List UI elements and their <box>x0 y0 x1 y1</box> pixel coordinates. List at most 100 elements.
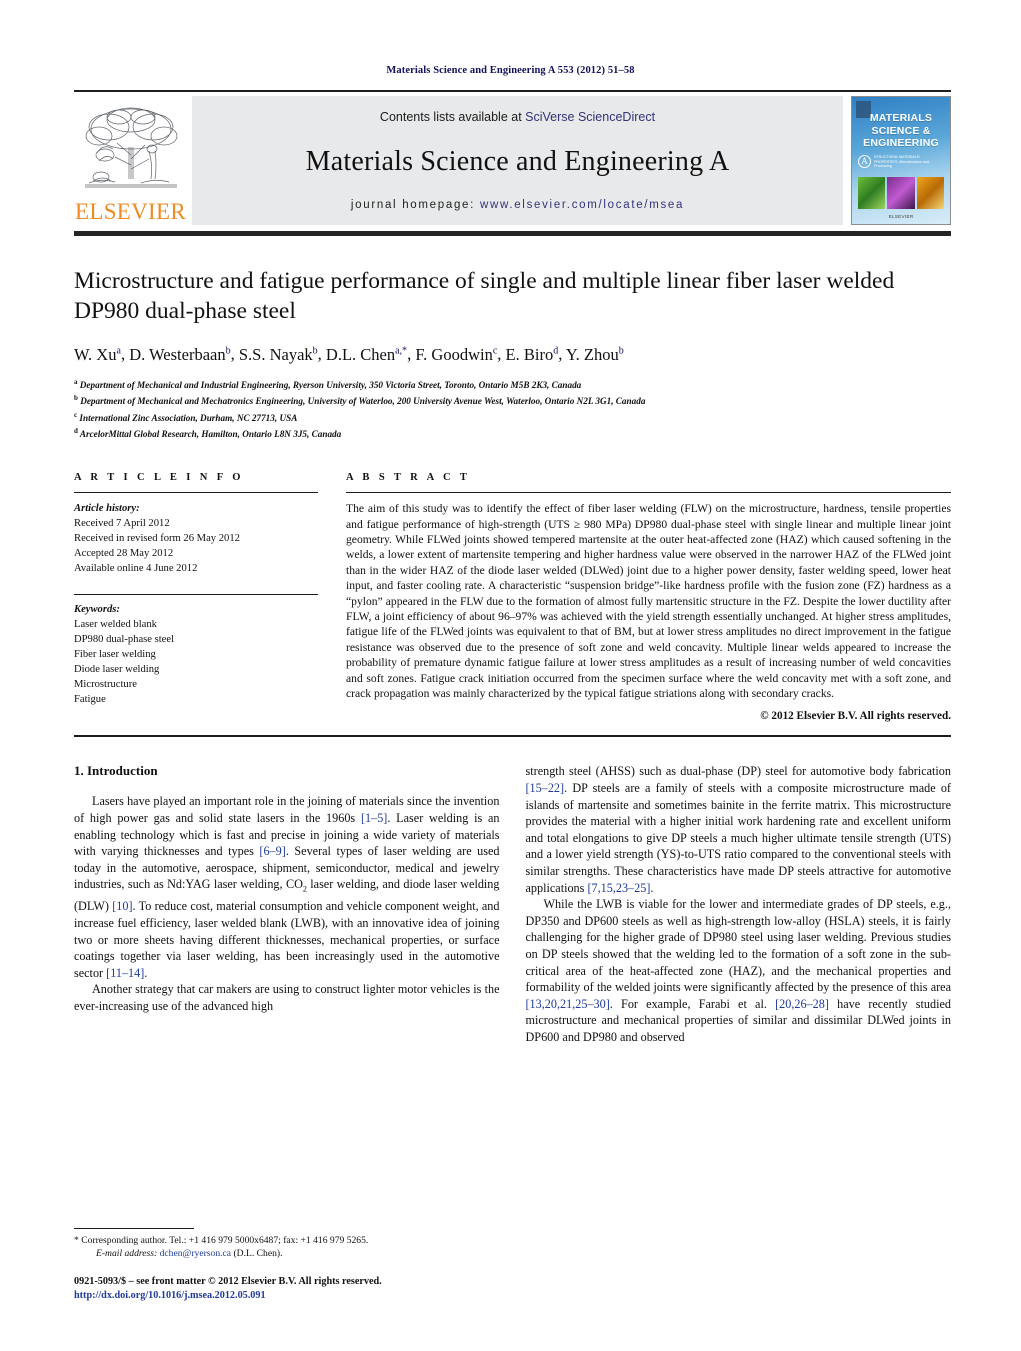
article-history-item: Received 7 April 2012 <box>74 518 170 530</box>
author-affil-mark: a,* <box>395 345 408 356</box>
cover-series-badge: A STRUCTURAL MATERIALS: PROPERTIES, Micr… <box>858 155 942 169</box>
citation-ref[interactable]: [7,15,23–25] <box>587 881 650 895</box>
intro-paragraph-4: While the LWB is viable for the lower an… <box>526 896 952 1045</box>
cover-footer-text: ELSEVIER <box>888 214 914 219</box>
citation-ref[interactable]: [1–5] <box>361 811 387 825</box>
corresponding-author-note: * Corresponding author. Tel.: +1 416 979… <box>74 1234 504 1260</box>
affiliation-mark: a <box>74 377 78 386</box>
cover-title-line3: ENGINEERING <box>863 137 939 149</box>
affiliation-mark: b <box>74 394 78 403</box>
author-item: D.L. Chena,* <box>326 345 407 364</box>
affiliation-mark: c <box>74 410 78 419</box>
cover-badge-letter: A <box>858 155 871 169</box>
elsevier-logo: ELSEVIER <box>74 96 187 225</box>
intro-paragraph-1: Lasers have played an important role in … <box>74 793 500 981</box>
author-name: S.S. Nayak <box>238 344 313 364</box>
journal-band: Contents lists available at SciVerse Sci… <box>192 96 843 225</box>
running-head: Materials Science and Engineering A 553 … <box>386 65 635 76</box>
email-link[interactable]: dchen@ryerson.ca <box>160 1248 231 1259</box>
intro-text: . <box>144 965 148 980</box>
keywords-label: Keywords: <box>74 604 120 616</box>
cover-title-line1: MATERIALS <box>869 112 933 124</box>
author-item: W. Xua <box>74 345 121 364</box>
author-name: W. Xu <box>74 344 117 364</box>
footnote-rule <box>74 1228 194 1229</box>
cover-micrograph-purple <box>887 177 915 209</box>
affiliation-item: d ArcelorMittal Global Research, Hamilto… <box>74 425 947 442</box>
cover-micrograph-strip <box>858 177 944 209</box>
section-title-introduction: 1. Introduction <box>74 763 158 779</box>
article-history-item: Received in revised form 26 May 2012 <box>74 533 240 545</box>
keyword-item: Laser welded blank <box>74 619 157 631</box>
cover-title: MATERIALS SCIENCE & ENGINEERING <box>852 112 950 150</box>
elsevier-wordmark: ELSEVIER <box>75 199 186 224</box>
keyword-item: Diode laser welding <box>74 664 160 676</box>
copyright-line: © 2012 Elsevier B.V. All rights reserved… <box>760 710 951 723</box>
affiliation-item: a Department of Mechanical and Industria… <box>74 376 947 393</box>
author-affil-mark: d <box>553 345 559 356</box>
abstract-heading: A B S T R A C T <box>346 472 471 484</box>
article-info-column: A R T I C L E I N F O Article history: R… <box>74 472 346 722</box>
citation-ref[interactable]: [6–9] <box>259 844 285 858</box>
affiliation-item: b Department of Mechanical and Mechatron… <box>74 392 947 409</box>
masthead: ELSEVIER Contents lists available at Sci… <box>74 90 951 225</box>
author-item: D. Westerbaanb <box>129 345 230 364</box>
citation-ref[interactable]: [10] <box>112 899 132 913</box>
cover-badge-subtitle: STRUCTURAL MATERIALS: PROPERTIES, Micros… <box>874 155 929 169</box>
contents-prefix: Contents lists available at <box>379 110 526 124</box>
journal-name: Materials Science and Engineering A <box>305 145 730 177</box>
citation-ref[interactable]: [13,20,21,25–30] <box>526 997 610 1011</box>
author-item: F. Goodwinc <box>415 345 497 364</box>
article-history-group: Article history: Received 7 April 2012 R… <box>74 501 318 576</box>
author-name: D.L. Chen <box>325 344 396 364</box>
author-affil-mark: b <box>225 345 231 356</box>
affiliation-item: c International Zinc Association, Durham… <box>74 409 947 426</box>
affiliation-text: Department of Mechanical and Mechatronic… <box>80 396 646 407</box>
author-name: Y. Zhou <box>565 344 619 364</box>
cover-micrograph-green <box>858 177 886 209</box>
intro-text: strength steel (AHSS) such as dual-phase… <box>525 764 952 779</box>
citation-ref[interactable]: [11–14] <box>106 966 144 980</box>
intro-text: While the LWB is viable for the lower an… <box>525 897 952 995</box>
email-label: E-mail address: <box>96 1248 158 1259</box>
author-list: W. Xua, D. Westerbaanb, S.S. Nayakb, D.L… <box>74 344 624 364</box>
page-title: Microstructure and fatigue performance o… <box>74 268 895 324</box>
body-column-right: strength steel (AHSS) such as dual-phase… <box>526 763 952 1045</box>
article-history-item: Accepted 28 May 2012 <box>74 548 174 560</box>
author-item: E. Birod <box>506 345 559 364</box>
intro-text: . DP steels are a family of steels with … <box>525 781 952 895</box>
title-block: Microstructure and fatigue performance o… <box>74 266 947 442</box>
corresponding-author-text: * Corresponding author. Tel.: +1 416 979… <box>74 1235 369 1246</box>
abstract-rule <box>346 492 951 494</box>
keyword-item: Fatigue <box>74 694 106 706</box>
journal-cover-thumbnail: MATERIALS SCIENCE & ENGINEERING A STRUCT… <box>851 96 951 225</box>
elsevier-tree-icon <box>79 103 183 199</box>
body-column-left: 1. Introduction Lasers have played an im… <box>74 763 500 1045</box>
body-columns: 1. Introduction Lasers have played an im… <box>74 763 951 1045</box>
author-affil-mark: c <box>492 345 498 356</box>
abstract-bottom-rule <box>74 735 951 738</box>
journal-homepage-line: journal homepage: www.elsevier.com/locat… <box>351 199 684 211</box>
affiliation-text: Department of Mechanical and Industrial … <box>79 379 582 390</box>
affiliation-mark: d <box>74 427 78 436</box>
affiliation-text: ArcelorMittal Global Research, Hamilton,… <box>79 429 342 440</box>
contents-list-line: Contents lists available at SciVerse Sci… <box>380 110 655 124</box>
keywords-rule <box>74 594 318 596</box>
article-history-item: Available online 4 June 2012 <box>74 563 198 575</box>
doi-link[interactable]: http://dx.doi.org/10.1016/j.msea.2012.05… <box>74 1289 504 1303</box>
journal-homepage-link[interactable]: www.elsevier.com/locate/msea <box>480 199 684 211</box>
issn-line: 0921-5093/$ – see front matter © 2012 El… <box>74 1276 382 1287</box>
affiliation-list: a Department of Mechanical and Industria… <box>74 376 947 443</box>
author-affil-mark: b <box>618 345 624 356</box>
article-info-heading: A R T I C L E I N F O <box>74 472 244 484</box>
citation-ref[interactable]: [20,26–28] <box>775 997 829 1011</box>
keyword-item: DP980 dual-phase steel <box>74 634 175 646</box>
sciencedirect-link[interactable]: SciVerse ScienceDirect <box>525 110 655 124</box>
intro-paragraph-2: Another strategy that car makers are usi… <box>74 982 500 1013</box>
author-name: D. Westerbaan <box>129 344 226 364</box>
abstract-column: A B S T R A C T The aim of this study wa… <box>346 472 951 722</box>
article-page: Materials Science and Engineering A 553 … <box>0 0 1021 1351</box>
citation-ref[interactable]: [15–22] <box>526 781 565 795</box>
email-owner: (D.L. Chen). <box>233 1248 283 1259</box>
